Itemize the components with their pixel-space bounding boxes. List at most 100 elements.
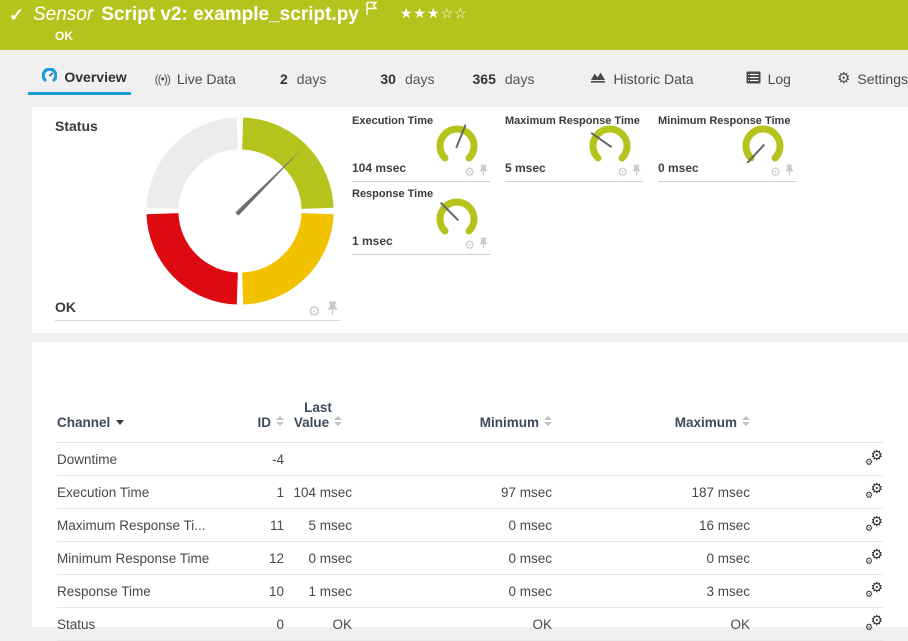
minimum-cell: 0 msec xyxy=(352,542,552,575)
channel-cell[interactable]: Maximum Response Ti... xyxy=(57,509,227,542)
tab-label: days xyxy=(405,71,435,87)
last-value-cell: 0 msec xyxy=(284,542,352,575)
channel-settings-icon[interactable]: ⚙⚙ xyxy=(865,615,883,631)
gauge-settings-gear-icon[interactable]: ⚙ xyxy=(617,166,628,178)
maximum-cell: 16 msec xyxy=(552,509,750,542)
maximum-cell: OK xyxy=(552,608,750,641)
channel-cell[interactable]: Minimum Response Time xyxy=(57,542,227,575)
table-row[interactable]: Status 0 OK OK OK ⚙⚙ xyxy=(57,608,883,641)
channel-settings-icon[interactable]: ⚙⚙ xyxy=(865,483,883,499)
sort-icon xyxy=(544,416,552,427)
col-header-channel[interactable]: Channel xyxy=(57,342,227,443)
sort-icon xyxy=(276,416,284,427)
id-cell: 11 xyxy=(227,509,284,542)
last-value-cell: OK xyxy=(284,608,352,641)
tab-label: days xyxy=(505,71,535,87)
id-cell: 0 xyxy=(227,608,284,641)
gauge-value: 5 msec xyxy=(505,161,546,175)
tab-label: Historic Data xyxy=(613,71,693,87)
tab-log[interactable]: Log xyxy=(746,62,791,95)
tab-bar: Overview ((•)) Live Data 2 days 30 days … xyxy=(0,62,908,95)
status-gauge-needle xyxy=(235,148,303,216)
maximum-cell xyxy=(552,443,750,476)
pin-icon[interactable] xyxy=(479,236,488,254)
channel-settings-icon[interactable]: ⚙⚙ xyxy=(865,582,883,598)
pin-icon[interactable] xyxy=(785,163,794,181)
tab-number: 2 xyxy=(280,71,288,87)
tab-2-days[interactable]: 2 days xyxy=(280,62,326,95)
status-gauge-title: Status xyxy=(55,118,98,134)
col-header-minimum[interactable]: Minimum xyxy=(352,342,552,443)
minimum-cell: 0 msec xyxy=(352,575,552,608)
col-header-maximum[interactable]: Maximum xyxy=(552,342,750,443)
tab-historic-data[interactable]: Historic Data xyxy=(590,62,693,95)
channel-settings-icon[interactable]: ⚙⚙ xyxy=(865,516,883,532)
channel-cell[interactable]: Execution Time xyxy=(57,476,227,509)
gauge-title: Response Time xyxy=(352,188,433,200)
gauge-settings-gear-icon[interactable]: ⚙ xyxy=(308,304,321,318)
gauge-panel-maximum-response-time: Maximum Response Time 5 msec ⚙ xyxy=(505,115,643,182)
overview-gauges-panel: Status OK ⚙ Execution Time 104 msec ⚙ xyxy=(32,107,908,333)
maximum-cell: 187 msec xyxy=(552,476,750,509)
channels-panel: Channel ID LastValue Minimum Maximum Dow… xyxy=(32,342,908,627)
gauge-settings-gear-icon[interactable]: ⚙ xyxy=(770,166,781,178)
sort-icon xyxy=(334,416,342,427)
gauge-panel-execution-time: Execution Time 104 msec ⚙ xyxy=(352,115,490,182)
table-row[interactable]: Maximum Response Ti... 11 5 msec 0 msec … xyxy=(57,509,883,542)
gauge-icon xyxy=(42,68,57,86)
pin-icon[interactable] xyxy=(632,163,641,181)
table-row[interactable]: Minimum Response Time 12 0 msec 0 msec 0… xyxy=(57,542,883,575)
last-value-cell: 5 msec xyxy=(284,509,352,542)
sort-desc-icon xyxy=(116,420,124,425)
divider xyxy=(55,320,340,321)
sensor-status-text: OK xyxy=(55,29,73,43)
pin-icon[interactable] xyxy=(327,301,338,320)
id-cell: 1 xyxy=(227,476,284,509)
stars-filled[interactable]: ★★★ xyxy=(400,5,441,21)
col-header-actions xyxy=(750,342,883,443)
channels-table: Channel ID LastValue Minimum Maximum Dow… xyxy=(57,342,883,641)
tab-label: Overview xyxy=(64,69,126,85)
gauge-value: 104 msec xyxy=(352,161,406,175)
sensor-header: ✓ Sensor Script v2: example_script.py ★★… xyxy=(0,0,908,50)
gauge-value: 1 msec xyxy=(352,234,393,248)
minimum-cell: OK xyxy=(352,608,552,641)
col-header-id[interactable]: ID xyxy=(227,342,284,443)
tab-30-days[interactable]: 30 days xyxy=(380,62,434,95)
gauge-title: Execution Time xyxy=(352,115,433,127)
tab-settings[interactable]: ⚙ Settings xyxy=(837,62,908,95)
tab-label: Settings xyxy=(857,71,908,87)
page-title: Script v2: example_script.py xyxy=(101,4,359,26)
channel-settings-icon[interactable]: ⚙⚙ xyxy=(865,549,883,565)
tab-live-data[interactable]: ((•)) Live Data xyxy=(155,62,236,95)
channel-cell[interactable]: Status xyxy=(57,608,227,641)
table-row[interactable]: Execution Time 1 104 msec 97 msec 187 ms… xyxy=(57,476,883,509)
tab-label: Log xyxy=(768,71,791,87)
channel-cell[interactable]: Response Time xyxy=(57,575,227,608)
channel-cell[interactable]: Downtime xyxy=(57,443,227,476)
status-gauge-value: OK xyxy=(55,299,76,315)
channel-settings-icon[interactable]: ⚙⚙ xyxy=(865,450,883,466)
sort-icon xyxy=(742,416,750,427)
table-row[interactable]: Response Time 10 1 msec 0 msec 3 msec ⚙⚙ xyxy=(57,575,883,608)
tab-number: 30 xyxy=(380,71,396,87)
tab-365-days[interactable]: 365 days xyxy=(473,62,535,95)
gauge-settings-gear-icon[interactable]: ⚙ xyxy=(464,239,475,251)
table-row[interactable]: Downtime -4 ⚙⚙ xyxy=(57,443,883,476)
priority-flag-icon[interactable] xyxy=(365,1,378,21)
pin-icon[interactable] xyxy=(479,163,488,181)
tab-label: days xyxy=(297,71,327,87)
gauge-value: 0 msec xyxy=(658,161,699,175)
tab-overview[interactable]: Overview xyxy=(28,62,131,95)
minimum-cell xyxy=(352,443,552,476)
col-header-last-value[interactable]: LastValue xyxy=(284,342,352,443)
priority-stars[interactable]: ★★★☆☆ xyxy=(400,5,468,22)
gauge-panel-minimum-response-time: Minimum Response Time 0 msec ⚙ xyxy=(658,115,796,182)
tab-number: 365 xyxy=(473,71,496,87)
stars-empty[interactable]: ☆☆ xyxy=(441,5,468,21)
maximum-cell: 0 msec xyxy=(552,542,750,575)
gear-icon: ⚙ xyxy=(837,71,850,86)
gauge-settings-gear-icon[interactable]: ⚙ xyxy=(464,166,475,178)
gauge-panel-response-time: Response Time 1 msec ⚙ xyxy=(352,188,490,255)
minimum-cell: 0 msec xyxy=(352,509,552,542)
